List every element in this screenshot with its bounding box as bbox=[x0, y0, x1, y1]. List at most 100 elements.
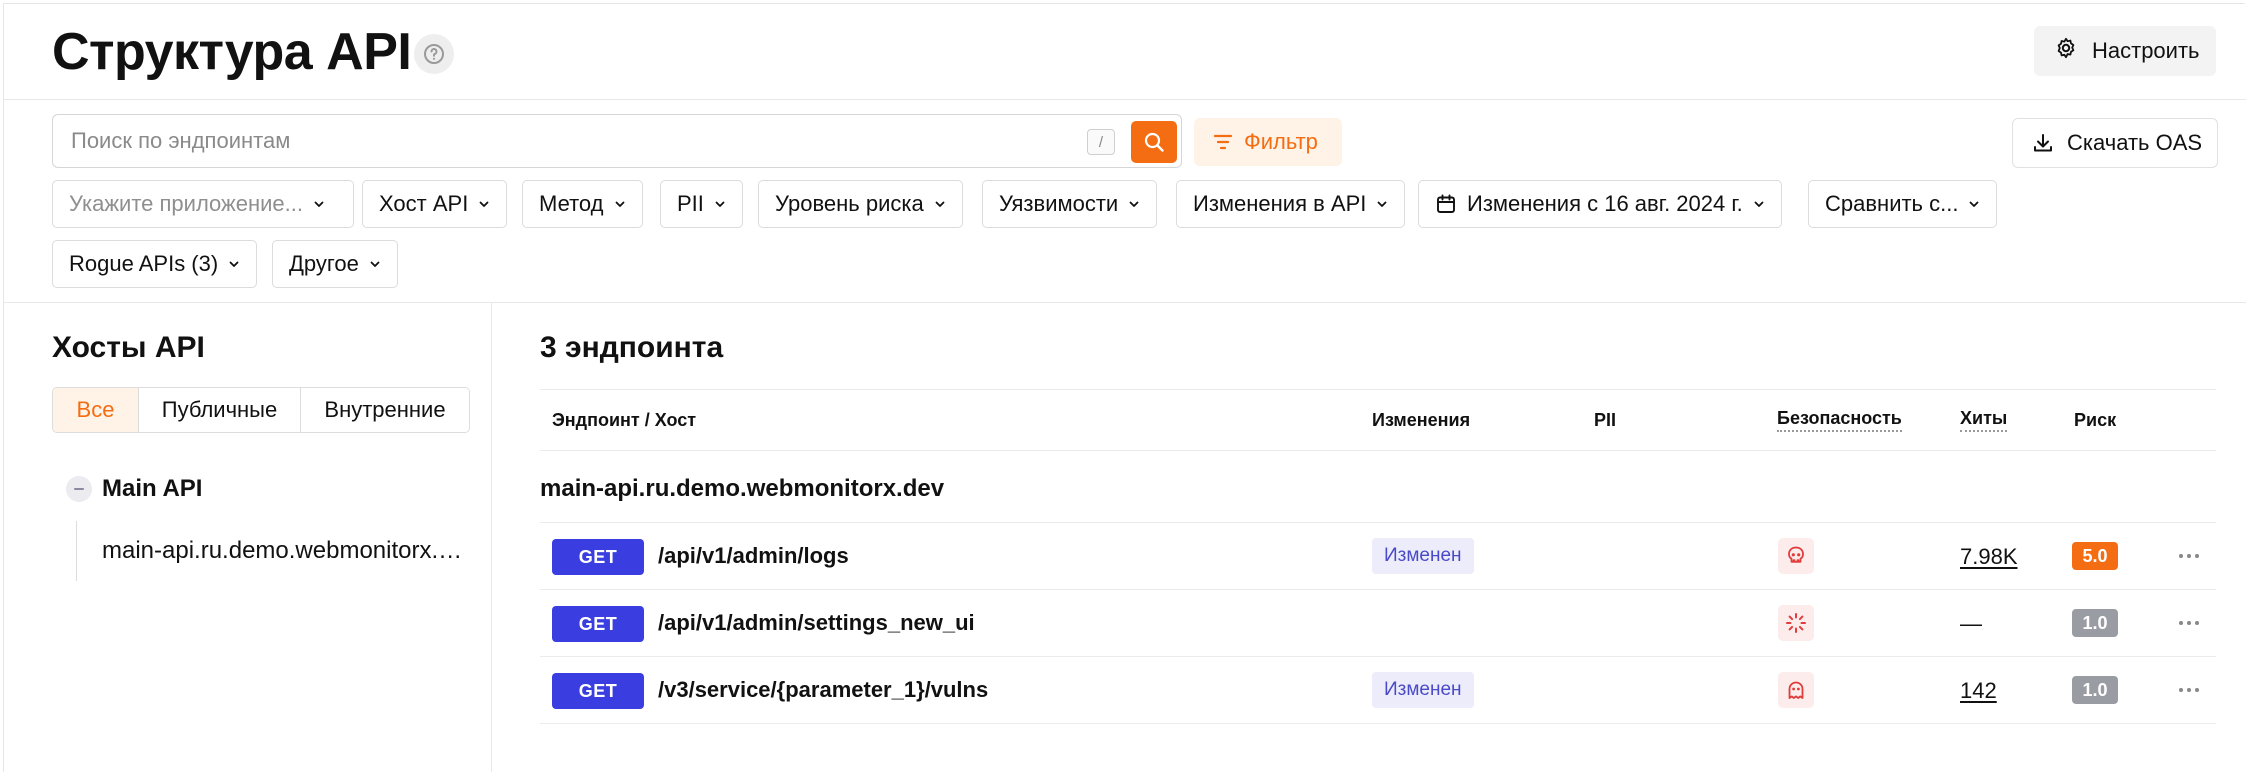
search-hotkey-hint: / bbox=[1087, 129, 1115, 155]
more-options-icon[interactable] bbox=[2174, 608, 2204, 638]
filter-button[interactable]: Фильтр bbox=[1194, 118, 1342, 166]
dropdown-label: Уязвимости bbox=[999, 191, 1119, 216]
hits-value: — bbox=[1960, 611, 1982, 636]
app-select-dropdown[interactable]: Укажите приложение... bbox=[52, 180, 354, 228]
vulnerabilities-dropdown[interactable]: Уязвимости bbox=[982, 180, 1158, 228]
tree-host-item[interactable]: main-api.ru.demo.webmonitorx.dev bbox=[102, 537, 472, 565]
column-header-security[interactable]: Безопасность bbox=[1777, 390, 1902, 450]
dropdown-label: Изменения с 16 авг. 2024 г. bbox=[1467, 191, 1743, 216]
column-header-security-label: Безопасность bbox=[1777, 408, 1902, 432]
method-badge: GET bbox=[552, 539, 644, 575]
chevron-down-icon bbox=[314, 201, 324, 207]
more-options-icon[interactable] bbox=[2174, 541, 2204, 571]
method-badge: GET bbox=[552, 673, 644, 709]
search-button[interactable] bbox=[1131, 121, 1177, 163]
help-icon[interactable] bbox=[414, 34, 454, 74]
rogue-apis-dropdown[interactable]: Rogue APIs (3) bbox=[52, 240, 258, 288]
settings-button-label: Настроить bbox=[2092, 38, 2200, 63]
host-group-row: main-api.ru.demo.webmonitorx.dev bbox=[540, 451, 2216, 523]
column-header-hits[interactable]: Хиты bbox=[1960, 390, 2008, 450]
tree-connector-line bbox=[76, 521, 77, 581]
method-badge: GET bbox=[552, 606, 644, 642]
chevron-down-icon bbox=[370, 261, 380, 267]
download-icon bbox=[2034, 134, 2052, 152]
settings-button[interactable]: Настроить bbox=[2034, 26, 2216, 76]
hits-value[interactable]: 142 bbox=[1960, 678, 1997, 704]
column-header-hits-label: Хиты bbox=[1960, 408, 2008, 432]
chevron-down-icon bbox=[1129, 201, 1139, 207]
column-header-changes: Изменения bbox=[1372, 409, 1471, 430]
skull-icon[interactable] bbox=[1778, 538, 1814, 574]
filter-icon bbox=[1213, 134, 1233, 150]
host-group-name: main-api.ru.demo.webmonitorx.dev bbox=[540, 475, 945, 502]
column-header-pii: PII bbox=[1594, 409, 1617, 430]
dropdown-label: PII bbox=[677, 191, 704, 216]
table-header: Эндпоинт / Хост Изменения PII Безопаснос… bbox=[540, 389, 2216, 451]
download-oas-button[interactable]: Скачать OAS bbox=[2012, 118, 2218, 168]
dropdown-label: Другое bbox=[289, 251, 359, 276]
page-header: Структура API Настроить bbox=[4, 4, 2246, 100]
column-header-risk: Риск bbox=[2074, 409, 2117, 430]
page-title: Структура API bbox=[52, 23, 412, 81]
dropdown-label: Rogue APIs (3) bbox=[69, 251, 219, 276]
pii-dropdown[interactable]: PII bbox=[660, 180, 743, 228]
download-oas-label: Скачать OAS bbox=[2067, 130, 2203, 155]
gear-icon bbox=[2054, 36, 2078, 66]
changed-badge: Изменен bbox=[1372, 538, 1474, 574]
filter-button-label: Фильтр bbox=[1244, 129, 1318, 154]
more-options-icon[interactable] bbox=[2174, 675, 2204, 705]
chevron-down-icon bbox=[1754, 201, 1764, 207]
endpoint-path[interactable]: /v3/service/{parameter_1}/vulns bbox=[658, 677, 988, 703]
api-changes-dropdown[interactable]: Изменения в API bbox=[1176, 180, 1406, 228]
chevron-down-icon bbox=[229, 261, 239, 267]
risk-level-dropdown[interactable]: Уровень риска bbox=[758, 180, 963, 228]
method-dropdown[interactable]: Метод bbox=[522, 180, 643, 228]
api-host-dropdown[interactable]: Хост API bbox=[362, 180, 508, 228]
changed-badge: Изменен bbox=[1372, 672, 1474, 708]
dropdown-label: Уровень риска bbox=[775, 191, 924, 216]
dropdown-label: Сравнить с... bbox=[1825, 191, 1959, 216]
host-type-segmented-control: Все Публичные Внутренние bbox=[52, 387, 470, 433]
chevron-down-icon bbox=[1377, 201, 1387, 207]
chevron-down-icon bbox=[615, 201, 624, 207]
hits-value[interactable]: 7.98K bbox=[1960, 544, 2018, 570]
tree-group-main-api[interactable]: Main API bbox=[66, 475, 202, 503]
endpoints-panel: 3 эндпоинта Эндпоинт / Хост Изменения PI… bbox=[492, 303, 2246, 772]
changes-since-dropdown[interactable]: Изменения с 16 авг. 2024 г. bbox=[1418, 180, 1782, 228]
search-icon bbox=[1144, 132, 1164, 152]
endpoints-count-title: 3 эндпоинта bbox=[540, 331, 724, 364]
risk-badge: 1.0 bbox=[2072, 609, 2118, 637]
chevron-down-icon bbox=[1970, 201, 1979, 207]
api-hosts-panel: Хосты API Все Публичные Внутренние Main … bbox=[4, 303, 492, 772]
search-box: / bbox=[52, 114, 1182, 168]
chevron-down-icon bbox=[479, 201, 489, 207]
tree-group-label: Main API bbox=[102, 475, 203, 502]
segment-internal[interactable]: Внутренние bbox=[301, 388, 469, 432]
risk-badge: 5.0 bbox=[2072, 542, 2118, 570]
endpoint-path[interactable]: /api/v1/admin/settings_new_ui bbox=[658, 610, 975, 636]
chevron-down-icon bbox=[715, 201, 725, 207]
risk-badge: 1.0 bbox=[2072, 676, 2118, 704]
ghost-icon[interactable] bbox=[1778, 672, 1814, 708]
api-structure-page: Структура API Настроить / Фильтр Скачать… bbox=[3, 3, 2246, 772]
dropdown-label: Изменения в API bbox=[1193, 191, 1367, 216]
endpoints-table: Эндпоинт / Хост Изменения PII Безопаснос… bbox=[540, 389, 2216, 724]
spinner-icon[interactable] bbox=[1778, 605, 1814, 641]
search-input[interactable] bbox=[71, 115, 1071, 167]
column-header-endpoint: Эндпоинт / Хост bbox=[552, 409, 697, 430]
endpoint-path[interactable]: /api/v1/admin/logs bbox=[658, 543, 849, 569]
dropdown-label: Хост API bbox=[379, 191, 469, 216]
table-row[interactable]: GET /api/v1/admin/logs Изменен 7.98K 5.0 bbox=[540, 523, 2216, 590]
table-row[interactable]: GET /v3/service/{parameter_1}/vulns Изме… bbox=[540, 657, 2216, 724]
segment-public[interactable]: Публичные bbox=[139, 388, 301, 432]
calendar-icon bbox=[1437, 194, 1455, 213]
dropdown-label: Укажите приложение... bbox=[69, 191, 303, 216]
hosts-panel-title: Хосты API bbox=[52, 331, 205, 364]
collapse-icon[interactable] bbox=[66, 476, 92, 502]
chevron-down-icon bbox=[935, 201, 945, 207]
dropdown-label: Метод bbox=[539, 191, 604, 216]
table-row[interactable]: GET /api/v1/admin/settings_new_ui — 1.0 bbox=[540, 590, 2216, 657]
other-dropdown[interactable]: Другое bbox=[272, 240, 398, 288]
segment-all[interactable]: Все bbox=[53, 388, 139, 432]
compare-with-dropdown[interactable]: Сравнить с... bbox=[1808, 180, 1998, 228]
